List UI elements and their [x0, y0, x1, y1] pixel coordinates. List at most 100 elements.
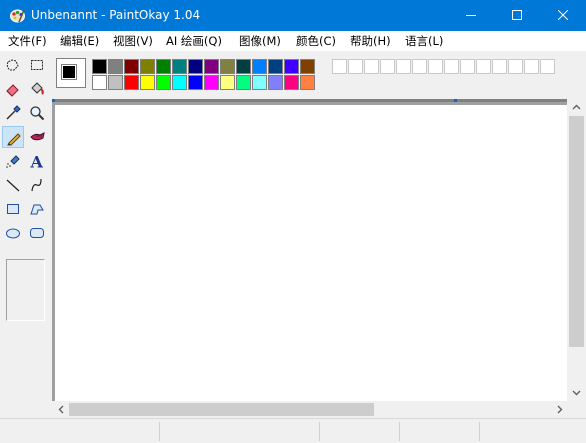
drawing-canvas[interactable] [55, 105, 567, 404]
tool-curve[interactable] [26, 174, 48, 196]
toolbox: A [0, 51, 52, 417]
menu-language[interactable]: 语言(L) [405, 31, 443, 51]
menu-edit[interactable]: 编辑(E) [60, 31, 99, 51]
minimize-button[interactable] [448, 0, 494, 31]
status-bar [0, 418, 586, 443]
custom-color-slot[interactable] [524, 59, 539, 74]
tool-free-select[interactable] [2, 54, 24, 76]
tool-polygon[interactable] [26, 198, 48, 220]
tool-pencil[interactable] [2, 126, 24, 148]
menu-image[interactable]: 图像(M) [239, 31, 281, 51]
menu-help[interactable]: 帮助(H) [350, 31, 391, 51]
menu-file[interactable]: 文件(F) [8, 31, 47, 51]
palette-swatch[interactable] [124, 59, 139, 74]
custom-color-slot[interactable] [492, 59, 507, 74]
minimize-icon [466, 15, 476, 16]
palette-swatch[interactable] [268, 59, 283, 74]
custom-color-slot[interactable] [332, 59, 347, 74]
menu-bar: 文件(F) 编辑(E) 视图(V) AI 绘画(Q) 图像(M) 颜色(C) 帮… [0, 31, 586, 51]
menu-colors[interactable]: 颜色(C) [296, 31, 336, 51]
custom-color-slot[interactable] [412, 59, 427, 74]
canvas-resize-handle[interactable] [454, 99, 457, 102]
current-colors[interactable] [56, 58, 86, 88]
chevron-right-icon [557, 405, 563, 414]
eraser-icon [6, 84, 19, 97]
eyedropper-icon [6, 105, 21, 120]
tool-magnifier[interactable] [26, 102, 48, 124]
scroll-left-button[interactable] [52, 401, 69, 418]
ellipse-icon [6, 228, 20, 239]
maximize-icon [512, 10, 522, 20]
palette-swatch[interactable] [252, 59, 267, 74]
airbrush-icon [6, 155, 20, 168]
maximize-button[interactable] [494, 0, 540, 31]
palette-swatch[interactable] [188, 75, 203, 90]
scroll-down-button[interactable] [567, 384, 586, 401]
tool-ellipse[interactable] [2, 222, 24, 244]
scrollbar-corner [567, 401, 586, 418]
palette-swatch[interactable] [268, 75, 283, 90]
custom-color-slot[interactable] [508, 59, 523, 74]
custom-color-slot[interactable] [396, 59, 411, 74]
canvas-resize-handle[interactable] [52, 99, 55, 102]
tool-fill[interactable] [26, 78, 48, 100]
horizontal-scroll-thumb[interactable] [69, 403, 374, 416]
status-pane-extra [400, 422, 480, 441]
palette-swatch[interactable] [92, 59, 107, 74]
horizontal-scrollbar[interactable] [52, 401, 567, 418]
palette-swatch[interactable] [236, 75, 251, 90]
rectangle-icon [7, 204, 19, 214]
tool-color-picker[interactable] [2, 102, 24, 124]
tool-line[interactable] [2, 174, 24, 196]
app-icon [10, 9, 25, 23]
custom-color-slot[interactable] [460, 59, 475, 74]
tool-text[interactable]: A [26, 150, 48, 172]
palette-swatch[interactable] [188, 59, 203, 74]
custom-color-slot[interactable] [380, 59, 395, 74]
palette-swatch[interactable] [108, 75, 123, 90]
custom-color-slot[interactable] [476, 59, 491, 74]
palette-swatch[interactable] [124, 75, 139, 90]
paint-bucket-icon [31, 82, 44, 95]
scroll-up-button[interactable] [567, 99, 586, 116]
palette-swatch[interactable] [156, 59, 171, 74]
vertical-scroll-thumb[interactable] [569, 116, 584, 347]
palette-swatch[interactable] [156, 75, 171, 90]
palette-swatch[interactable] [204, 59, 219, 74]
custom-color-slot[interactable] [348, 59, 363, 74]
palette-swatch[interactable] [284, 75, 299, 90]
close-button[interactable] [540, 0, 586, 31]
tool-eraser[interactable] [2, 78, 24, 100]
custom-color-slot[interactable] [540, 59, 555, 74]
tool-airbrush[interactable] [2, 150, 24, 172]
tool-options-box[interactable] [6, 259, 45, 321]
scroll-right-button[interactable] [550, 401, 567, 418]
palette-swatch[interactable] [140, 75, 155, 90]
custom-color-slot[interactable] [364, 59, 379, 74]
palette-swatch[interactable] [236, 59, 251, 74]
palette-swatch[interactable] [220, 75, 235, 90]
chevron-left-icon [58, 405, 64, 414]
tool-rectangle[interactable] [2, 198, 24, 220]
foreground-color-swatch[interactable] [61, 64, 77, 80]
palette-swatch[interactable] [172, 75, 187, 90]
custom-color-slot[interactable] [428, 59, 443, 74]
palette-swatch[interactable] [300, 75, 315, 90]
palette-swatch[interactable] [108, 59, 123, 74]
title-bar[interactable]: Unbenannt - PaintOkay 1.04 [0, 0, 586, 31]
palette-swatch[interactable] [284, 59, 299, 74]
tool-rounded-rectangle[interactable] [26, 222, 48, 244]
palette-swatch[interactable] [300, 59, 315, 74]
custom-color-slot[interactable] [444, 59, 459, 74]
menu-ai-paint[interactable]: AI 绘画(Q) [166, 31, 222, 51]
palette-swatch[interactable] [252, 75, 267, 90]
tool-brush[interactable] [26, 126, 48, 148]
palette-swatch[interactable] [220, 59, 235, 74]
palette-swatch[interactable] [140, 59, 155, 74]
palette-swatch[interactable] [204, 75, 219, 90]
vertical-scrollbar[interactable] [567, 99, 586, 401]
palette-swatch[interactable] [92, 75, 107, 90]
palette-swatch[interactable] [172, 59, 187, 74]
tool-rect-select[interactable] [26, 54, 48, 76]
menu-view[interactable]: 视图(V) [113, 31, 153, 51]
